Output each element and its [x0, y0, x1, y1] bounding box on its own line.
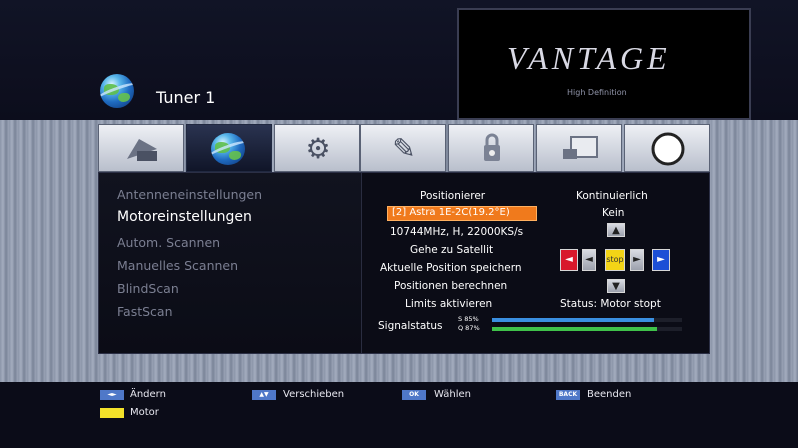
satellite-value: [2] Astra 1E-2C(19.2°E) [392, 207, 510, 218]
legend-change: Ändern [130, 389, 166, 400]
menu-item-auto-scan[interactable]: Autom. Scannen [117, 235, 220, 250]
step-right-button[interactable]: ► [652, 249, 670, 271]
mode-value[interactable]: Kein [602, 207, 624, 219]
signal-label: Signalstatus [378, 320, 443, 332]
menu-item-manual-scan[interactable]: Manuelles Scannen [117, 258, 238, 273]
legend-select: Wählen [434, 389, 471, 400]
satellite-select[interactable]: [2] Astra 1E-2C(19.2°E) [387, 206, 537, 221]
goto-satellite-item[interactable]: Gehe zu Satellit [410, 244, 493, 256]
strength-bar [492, 318, 682, 322]
legend-move: Verschieben [283, 389, 345, 400]
quality-label: Q 87% [458, 324, 480, 332]
quality-bar [492, 327, 682, 331]
globe-icon [100, 74, 134, 108]
motor-dpad: ▲ ◄ ◄ stop ► ► ▼ [560, 223, 672, 295]
motor-settings: Positionierer Kontinuierlich [2] Astra 1… [361, 173, 710, 353]
menu-item-antenna[interactable]: Antenneneinstellungen [117, 187, 262, 202]
quality-bar-fill [492, 327, 658, 331]
key-ok: OK [402, 390, 426, 400]
strength-bar-fill [492, 318, 654, 322]
menu-item-blindscan[interactable]: BlindScan [117, 281, 179, 296]
tab-dish[interactable] [98, 124, 184, 172]
menu-item-fastscan[interactable]: FastScan [117, 304, 173, 319]
mode-label: Kontinuierlich [576, 190, 648, 202]
category-tabs: ⚙ ✎ [98, 124, 710, 172]
page-title: Tuner 1 [156, 88, 216, 107]
content-panel: Antenneneinstellungen Motoreinstellungen… [98, 172, 710, 354]
key-legend: ◄► Ändern ▲▼ Verschieben OK Wählen BACK … [0, 382, 798, 448]
positioner-label: Positionierer [420, 190, 486, 202]
move-right-button[interactable]: ► [630, 249, 644, 271]
key-yellow [100, 408, 124, 418]
tab-settings[interactable]: ⚙ [274, 124, 360, 172]
globe-icon [211, 133, 245, 165]
enable-limits-item[interactable]: Limits aktivieren [405, 298, 492, 310]
stop-button[interactable]: stop [605, 249, 625, 271]
key-up-down: ▲▼ [252, 390, 276, 400]
save-position-item[interactable]: Aktuelle Position speichern [380, 262, 522, 274]
brand-subtitle: High Definition [567, 88, 627, 97]
move-down-button[interactable]: ▼ [607, 279, 625, 293]
tab-info[interactable] [624, 124, 710, 172]
tab-lock[interactable] [448, 124, 534, 172]
legend-motor: Motor [130, 407, 159, 418]
tab-system[interactable] [536, 124, 622, 172]
step-left-button[interactable]: ◄ [560, 249, 578, 271]
strength-label: S 85% [458, 315, 479, 323]
key-left-right: ◄► [100, 390, 124, 400]
motor-status: Status: Motor stopt [560, 298, 661, 310]
legend-exit: Beenden [587, 389, 632, 400]
settings-menu: Antenneneinstellungen Motoreinstellungen… [99, 173, 361, 353]
pencil-icon: ✎ [392, 132, 416, 165]
transponder-info: 10744MHz, H, 22000KS/s [390, 226, 524, 238]
lock-icon [469, 131, 515, 167]
gears-icon: ⚙ [305, 132, 331, 165]
calc-positions-item[interactable]: Positionen berechnen [394, 280, 507, 292]
circle-icon [645, 131, 691, 167]
logo-box: VANTAGE High Definition [457, 8, 751, 120]
menu-item-motor[interactable]: Motoreinstellungen [117, 209, 252, 225]
tab-motor[interactable] [186, 124, 272, 172]
monitor-icon [557, 131, 603, 167]
move-left-button[interactable]: ◄ [582, 249, 596, 271]
key-back: BACK [556, 390, 580, 400]
brand-logo: VANTAGE [507, 40, 671, 76]
move-up-button[interactable]: ▲ [607, 223, 625, 237]
tab-edit[interactable]: ✎ [360, 124, 446, 172]
satellite-dish-icon [119, 131, 165, 167]
